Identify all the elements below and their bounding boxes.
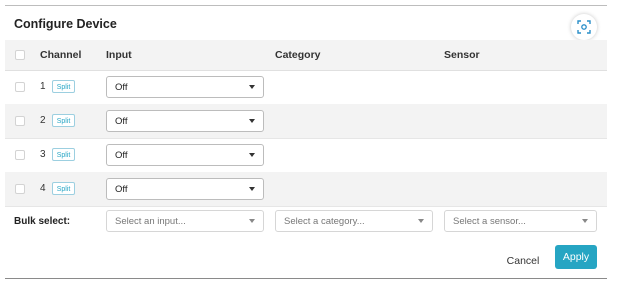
channel-number: 4 xyxy=(40,183,46,194)
bulk-input-placeholder: Select an input... xyxy=(115,216,186,227)
header-input: Input xyxy=(106,49,132,61)
configure-device-dialog: Configure Device Channel Input Category … xyxy=(5,5,607,279)
table-row: 4 Split Off xyxy=(5,172,607,207)
caret-down-icon xyxy=(249,219,255,223)
bulk-category-select[interactable]: Select a category... xyxy=(275,210,433,232)
dialog-title: Configure Device xyxy=(14,17,117,31)
channel-number: 1 xyxy=(40,81,46,92)
caret-down-icon xyxy=(418,219,424,223)
scan-button[interactable] xyxy=(571,14,597,40)
bulk-category-placeholder: Select a category... xyxy=(284,216,365,227)
split-button[interactable]: Split xyxy=(52,80,75,93)
apply-button[interactable]: Apply xyxy=(555,245,597,269)
qr-scan-icon xyxy=(577,20,591,34)
input-select[interactable]: Off xyxy=(106,178,264,200)
caret-down-icon xyxy=(249,119,255,123)
cancel-button[interactable]: Cancel xyxy=(501,250,545,272)
header-channel: Channel xyxy=(40,49,82,61)
table-header: Channel Input Category Sensor xyxy=(5,40,607,71)
bulk-sensor-select[interactable]: Select a sensor... xyxy=(444,210,597,232)
input-select[interactable]: Off xyxy=(106,76,264,98)
caret-down-icon xyxy=(249,85,255,89)
input-select-value: Off xyxy=(115,150,128,161)
input-select-value: Off xyxy=(115,116,128,127)
input-select-value: Off xyxy=(115,184,128,195)
table-row: 2 Split Off xyxy=(5,104,607,139)
row-checkbox[interactable] xyxy=(15,150,25,160)
header-sensor: Sensor xyxy=(444,49,480,61)
header-category: Category xyxy=(275,49,321,61)
caret-down-icon xyxy=(249,187,255,191)
table-row: 3 Split Off xyxy=(5,138,607,173)
split-button[interactable]: Split xyxy=(52,114,75,127)
input-select[interactable]: Off xyxy=(106,110,264,132)
input-select[interactable]: Off xyxy=(106,144,264,166)
channel-number: 3 xyxy=(40,149,46,160)
channel-number: 2 xyxy=(40,115,46,126)
input-select-value: Off xyxy=(115,82,128,93)
caret-down-icon xyxy=(582,219,588,223)
table-row: 1 Split Off xyxy=(5,70,607,105)
caret-down-icon xyxy=(249,153,255,157)
split-button[interactable]: Split xyxy=(52,182,75,195)
row-checkbox[interactable] xyxy=(15,82,25,92)
bulk-select-label: Bulk select: xyxy=(14,216,71,227)
row-checkbox[interactable] xyxy=(15,116,25,126)
bulk-input-select[interactable]: Select an input... xyxy=(106,210,264,232)
select-all-checkbox[interactable] xyxy=(15,50,25,60)
split-button[interactable]: Split xyxy=(52,148,75,161)
bulk-sensor-placeholder: Select a sensor... xyxy=(453,216,526,227)
row-checkbox[interactable] xyxy=(15,184,25,194)
